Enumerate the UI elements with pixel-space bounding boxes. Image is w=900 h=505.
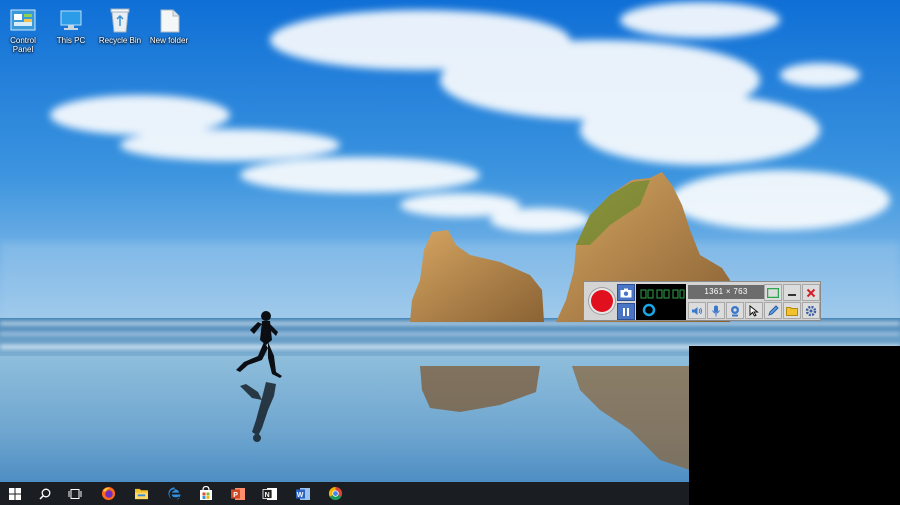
microphone-button[interactable] [707, 302, 725, 319]
cursor-icon [749, 304, 759, 317]
svg-text:W: W [297, 492, 304, 499]
minimize-button[interactable] [783, 284, 801, 301]
windows-start-icon [9, 487, 21, 500]
timer-display [640, 289, 685, 317]
microphone-icon [712, 305, 720, 316]
taskbar-edge[interactable] [159, 482, 189, 505]
desktop-icon-label: Recycle Bin [98, 36, 142, 45]
taskbar-file-explorer[interactable] [126, 482, 156, 505]
camera-icon [620, 288, 632, 297]
desktop-icon-label: This PC [56, 36, 86, 45]
desktop-icon-recycle-bin[interactable]: Recycle Bin [97, 6, 143, 45]
desktop-icon-this-pc[interactable]: This PC [48, 8, 94, 45]
settings-icon [805, 305, 817, 316]
black-overlay-region [689, 346, 900, 505]
window-mode-button[interactable] [764, 284, 782, 301]
desktop-icon-new-folder[interactable]: New folder [146, 6, 192, 45]
powerpoint-icon: P [231, 487, 245, 500]
close-icon [806, 288, 816, 297]
pen-button[interactable] [764, 302, 782, 319]
computer-icon [60, 10, 82, 30]
task-view-icon [68, 488, 82, 499]
recording-monitor [636, 284, 686, 320]
search-icon [39, 488, 51, 500]
speaker-icon [692, 306, 702, 315]
open-folder-button[interactable] [783, 302, 801, 319]
onenote-icon: N [262, 487, 277, 500]
svg-text:P: P [233, 492, 238, 499]
resolution-readout: 1361 × 763 [688, 285, 764, 299]
word-icon: W [296, 487, 310, 500]
pause-icon [623, 307, 629, 316]
start-button[interactable] [0, 482, 30, 505]
taskbar-firefox[interactable] [93, 482, 123, 505]
screenshot-button[interactable] [617, 284, 635, 301]
svg-text:N: N [265, 492, 270, 499]
folder-icon [786, 306, 798, 316]
desktop-icon-label: New folder [149, 36, 189, 45]
firefox-icon [101, 486, 115, 501]
folder-icon [160, 9, 180, 33]
minimize-icon [788, 293, 796, 296]
chrome-icon [328, 486, 342, 501]
close-button[interactable] [802, 284, 820, 301]
webcam-button[interactable] [726, 302, 744, 319]
control-panel-icon [10, 9, 36, 31]
settings-button[interactable] [802, 302, 820, 319]
edge-icon [167, 487, 181, 500]
desktop-icon-label: Control Panel [10, 36, 36, 54]
store-icon [200, 486, 212, 500]
speaker-button[interactable] [688, 302, 706, 319]
taskbar-onenote[interactable]: N [255, 482, 285, 505]
taskbar-store[interactable] [191, 482, 221, 505]
taskbar-word[interactable]: W [288, 482, 318, 505]
task-view-button[interactable] [60, 482, 90, 505]
screen-recorder-toolbar: 1361 × 763 [583, 281, 821, 321]
desktop-icon-control-panel[interactable]: Control Panel [0, 8, 46, 54]
taskbar: P N W [0, 482, 689, 505]
file-explorer-icon [134, 488, 148, 500]
webcam-icon [731, 305, 739, 316]
recycle-bin-icon [110, 8, 130, 33]
window-mode-icon [767, 287, 779, 298]
taskbar-chrome[interactable] [320, 482, 350, 505]
pause-button[interactable] [617, 303, 635, 320]
pen-icon [768, 304, 779, 316]
cursor-button[interactable] [745, 302, 763, 319]
record-button[interactable] [587, 285, 617, 317]
search-button[interactable] [30, 482, 60, 505]
taskbar-powerpoint[interactable]: P [223, 482, 253, 505]
